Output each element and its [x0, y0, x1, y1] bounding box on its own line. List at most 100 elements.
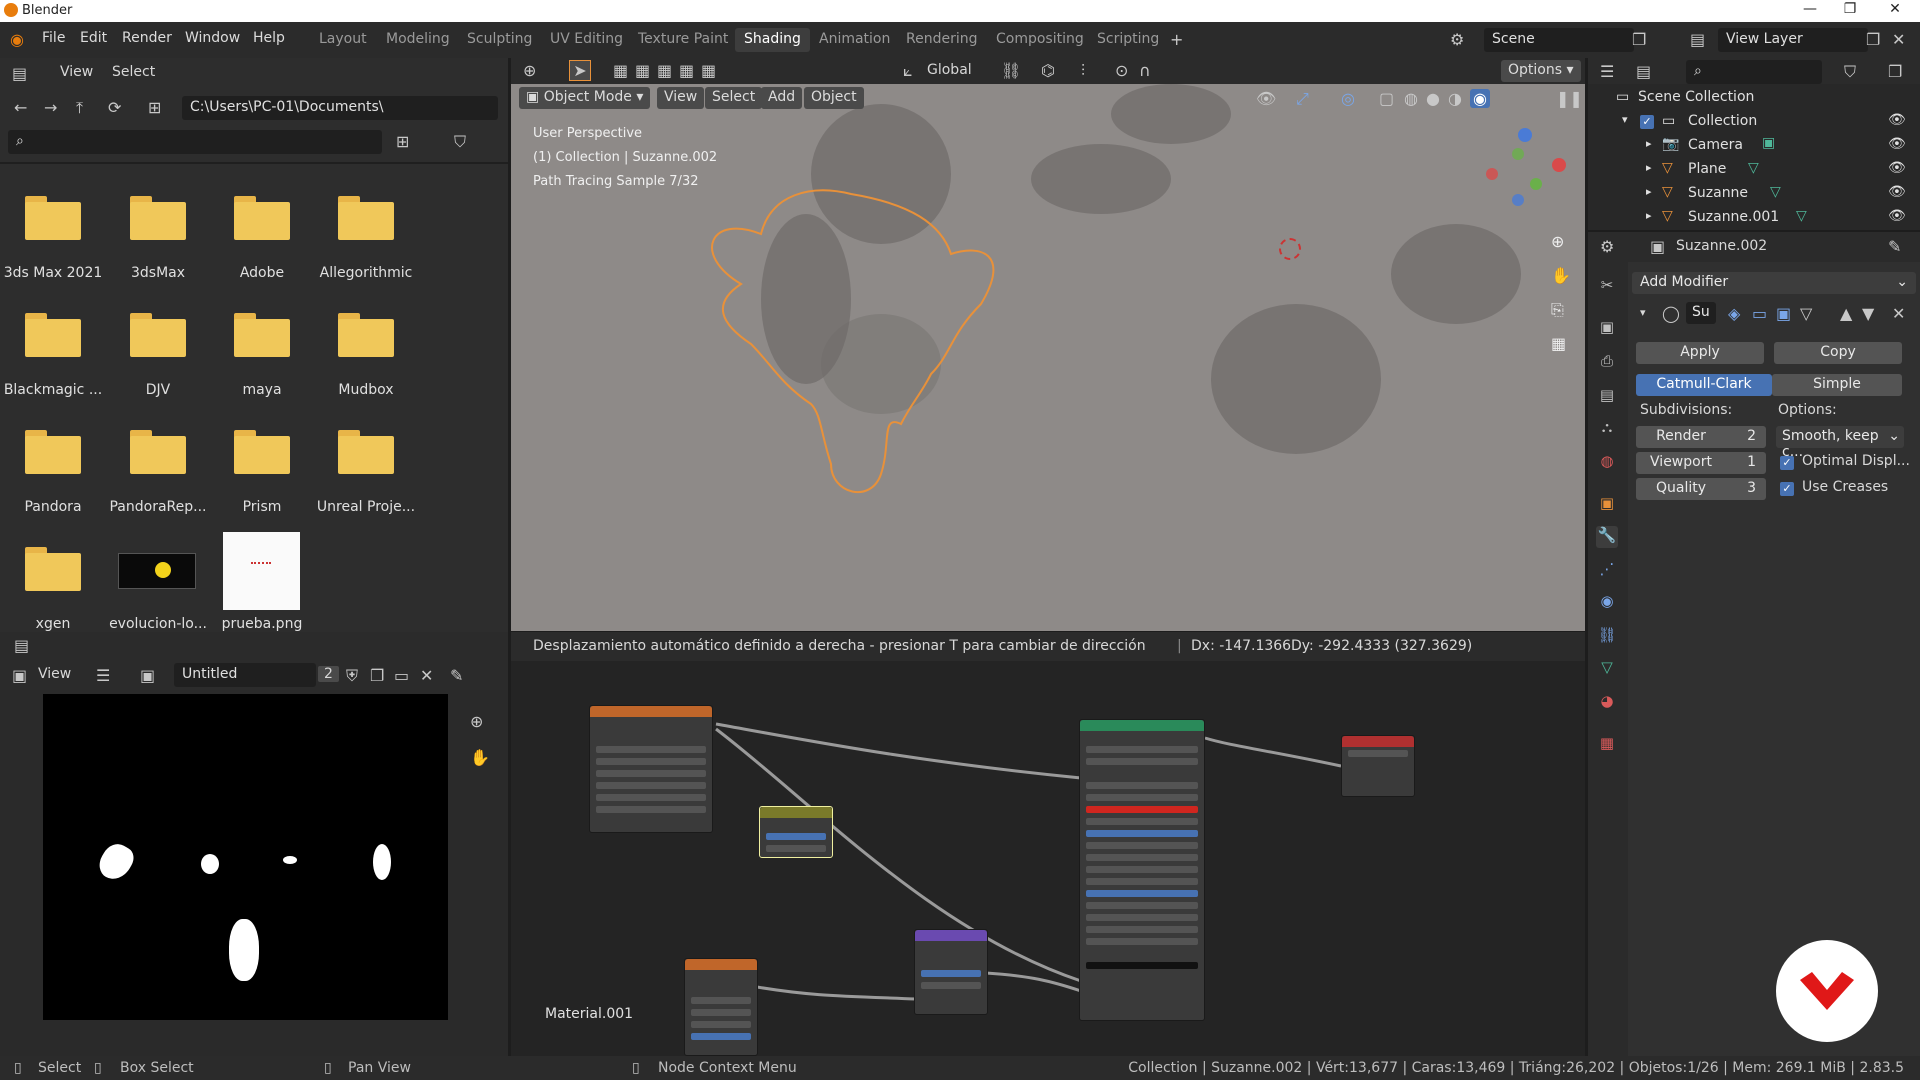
- outliner-row-scene-collection[interactable]: ▭ Scene Collection: [1588, 86, 1920, 110]
- shading-wireframe-icon[interactable]: ◍: [1404, 89, 1418, 108]
- menu-window[interactable]: Window: [185, 30, 240, 46]
- use-creases-checkbox[interactable]: ✓: [1780, 482, 1794, 496]
- outliner-row-camera[interactable]: ▸ 📷 Camera ▣ 👁: [1588, 134, 1920, 158]
- 3d-viewport[interactable]: User Perspective (1) Collection | Suzann…: [511, 84, 1585, 631]
- apply-button[interactable]: Apply: [1636, 342, 1764, 364]
- open-folder-icon[interactable]: ▭: [394, 666, 409, 685]
- folder-icon[interactable]: [234, 430, 290, 474]
- folder-icon[interactable]: [130, 313, 186, 357]
- eye-icon[interactable]: 👁: [1888, 136, 1906, 152]
- folder-icon[interactable]: [25, 547, 81, 591]
- modifier-context-icon[interactable]: ▣: [1650, 237, 1665, 256]
- copy-button[interactable]: Copy: [1774, 342, 1902, 364]
- navigation-gizmo[interactable]: [1486, 128, 1566, 208]
- back-arrow-icon[interactable]: ←: [14, 98, 27, 117]
- move-up-icon[interactable]: ▲: [1840, 304, 1852, 323]
- fake-user-shield-icon[interactable]: ⛨: [346, 666, 358, 686]
- minimize-icon[interactable]: —: [1790, 1, 1830, 17]
- modifier-tab-icon[interactable]: 🔧: [1596, 526, 1618, 548]
- tab-shading[interactable]: Shading: [735, 28, 810, 52]
- file-item-label[interactable]: 3dsMax: [108, 265, 208, 281]
- file-item-label[interactable]: Allegorithmic: [316, 265, 416, 281]
- overlay-toggle-icon[interactable]: ◎: [1341, 89, 1355, 108]
- select-box-icon[interactable]: ▦: [613, 61, 628, 80]
- filter-icon[interactable]: ⛉: [454, 132, 466, 152]
- folder-icon[interactable]: [234, 313, 290, 357]
- optimal-display-checkbox[interactable]: ✓: [1780, 456, 1794, 470]
- constraints-tab-icon[interactable]: ⛓: [1596, 626, 1618, 648]
- expand-icon[interactable]: ▸: [1646, 161, 1652, 174]
- particles-tab-icon[interactable]: ⋰: [1596, 560, 1618, 582]
- add-workspace-icon[interactable]: +: [1170, 30, 1183, 49]
- file-item-label[interactable]: Mudbox: [316, 382, 416, 398]
- file-item-label[interactable]: DJV: [108, 382, 208, 398]
- viewport-levels-field[interactable]: Viewport 1: [1636, 452, 1766, 474]
- cage-icon[interactable]: ▽: [1800, 304, 1812, 323]
- render-display-icon[interactable]: ▣: [1776, 304, 1791, 323]
- search-input[interactable]: ⌕: [8, 130, 382, 154]
- render-levels-field[interactable]: Render 2: [1636, 426, 1766, 448]
- image-users-count[interactable]: 2: [318, 666, 339, 682]
- file-item-label[interactable]: Adobe: [212, 265, 312, 281]
- pin-icon[interactable]: ✎: [1888, 237, 1901, 256]
- folder-icon[interactable]: [25, 313, 81, 357]
- select-intersect-icon[interactable]: ▦: [679, 61, 694, 80]
- snap-target-icon[interactable]: ⫶: [1081, 61, 1085, 81]
- editor-type-icon[interactable]: ▤: [14, 636, 29, 655]
- image-texture-node[interactable]: [589, 705, 713, 833]
- noise-texture-node[interactable]: [684, 958, 758, 1056]
- tab-layout[interactable]: Layout: [310, 28, 376, 52]
- expand-icon[interactable]: ▸: [1646, 185, 1652, 198]
- outliner-row-suzanne-001[interactable]: ▸ ▽ Suzanne.001 ▽ 👁: [1588, 206, 1920, 230]
- bump-node[interactable]: [914, 929, 988, 1015]
- texture-tab-icon[interactable]: ▦: [1596, 734, 1618, 756]
- eye-icon[interactable]: 👁: [1888, 112, 1906, 128]
- viewport-menu-view[interactable]: View: [657, 87, 705, 109]
- simple-button[interactable]: Simple: [1772, 374, 1902, 396]
- select-extend-icon[interactable]: ▦: [635, 61, 650, 80]
- file-item-label[interactable]: prueba.png: [212, 616, 312, 632]
- folder-icon[interactable]: [338, 313, 394, 357]
- expand-icon[interactable]: ▸: [1646, 209, 1652, 222]
- outliner-search-input[interactable]: ⌕: [1686, 60, 1822, 84]
- tab-uv-editing[interactable]: UV Editing: [541, 28, 632, 52]
- scene-tab-icon[interactable]: ⛬: [1596, 418, 1618, 440]
- new-view-layer-icon[interactable]: ❐: [1866, 30, 1880, 49]
- view-layer-icon[interactable]: ▤: [1690, 30, 1705, 49]
- editor-type-icon[interactable]: ▤: [12, 64, 27, 83]
- output-tab-icon[interactable]: ⎙: [1596, 352, 1618, 374]
- world-tab-icon[interactable]: ◍: [1596, 452, 1618, 474]
- transform-orientation-icon[interactable]: ⟀: [903, 61, 913, 81]
- file-item-label[interactable]: Prism: [212, 499, 312, 515]
- add-modifier-dropdown[interactable]: Add Modifier ⌄: [1632, 272, 1916, 294]
- uv-smooth-dropdown[interactable]: Smooth, keep c... ⌄: [1776, 426, 1904, 460]
- hand-pan-icon[interactable]: ✋: [470, 748, 490, 767]
- editor-type-icon[interactable]: ▣: [12, 666, 27, 685]
- zoom-view-icon[interactable]: ⊕: [1551, 232, 1564, 251]
- edit-mode-display-icon[interactable]: ◈: [1728, 304, 1740, 323]
- file-item-label[interactable]: Pandora: [3, 499, 103, 515]
- select-tool-icon[interactable]: ➤: [569, 60, 591, 81]
- modifier-name-field[interactable]: Su: [1686, 302, 1716, 324]
- image-browse-icon[interactable]: ▣: [140, 666, 155, 685]
- shading-material-icon[interactable]: ◑: [1448, 89, 1462, 108]
- tab-texture-paint[interactable]: Texture Paint: [629, 28, 737, 52]
- new-scene-icon[interactable]: ❐: [1632, 30, 1646, 49]
- gizmo-toggle-icon[interactable]: ⤢: [1296, 89, 1309, 109]
- proportional-edit-icon[interactable]: ⊙: [1115, 61, 1128, 80]
- folder-icon[interactable]: [130, 196, 186, 240]
- shader-node-editor[interactable]: Material.001: [511, 661, 1585, 1056]
- expand-icon[interactable]: ▾: [1640, 306, 1646, 319]
- options-dropdown[interactable]: Options ▾: [1501, 60, 1581, 82]
- remove-view-layer-icon[interactable]: ✕: [1892, 30, 1905, 49]
- zoom-icon[interactable]: ⊕: [470, 712, 483, 731]
- file-item-label[interactable]: 3ds Max 2021: [3, 265, 103, 281]
- forward-arrow-icon[interactable]: →: [44, 98, 57, 117]
- eye-icon[interactable]: 👁: [1888, 160, 1906, 176]
- menu-view[interactable]: View: [38, 666, 71, 682]
- data-tab-icon[interactable]: ▽: [1596, 658, 1618, 680]
- viewport-display-icon[interactable]: ▭: [1752, 304, 1767, 323]
- remove-modifier-icon[interactable]: ✕: [1892, 304, 1905, 323]
- tab-rendering[interactable]: Rendering: [897, 28, 987, 52]
- viewport-menu-select[interactable]: Select: [705, 87, 763, 109]
